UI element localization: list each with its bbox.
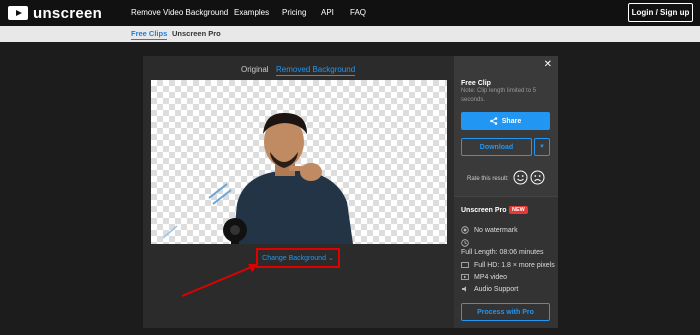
feature-mp4: MP4 video — [461, 273, 507, 281]
free-clip-title: Free Clip — [461, 80, 491, 87]
feature-audio: Audio Support — [461, 285, 518, 293]
change-background-button[interactable]: Change Background ⌄ — [256, 248, 340, 268]
feature-label: Full HD: 1.8 × more pixels — [474, 261, 555, 269]
free-clip-panel: ✕ Free Clip Note: Clip length limited to… — [454, 56, 558, 196]
brand-name: unscreen — [33, 4, 103, 22]
nav-pricing[interactable]: Pricing — [282, 8, 306, 17]
nav-examples[interactable]: Examples — [234, 8, 269, 17]
tab-removed-background[interactable]: Removed Background — [276, 65, 356, 76]
unscreen-pro-panel: Unscreen Pro NEW No watermark Full Lengt… — [454, 196, 558, 328]
download-button[interactable]: Download — [461, 138, 532, 156]
sad-face-icon[interactable] — [530, 170, 545, 185]
change-background-label: Change Background — [262, 254, 326, 262]
sub-navbar: Free Clips Unscreen Pro — [0, 26, 700, 42]
share-button[interactable]: Share — [461, 112, 550, 130]
unscreen-logo[interactable]: unscreen — [8, 4, 102, 22]
feature-label: Full Length: 08:06 minutes — [461, 249, 544, 256]
chevron-down-icon: ⌄ — [327, 255, 334, 262]
feature-no-watermark: No watermark — [461, 226, 518, 234]
nav-api[interactable]: API — [321, 8, 334, 17]
feature-label: No watermark — [474, 226, 518, 234]
clip-length-note: Note: Clip length limited to 5 seconds. — [461, 88, 537, 103]
hd-icon — [461, 262, 469, 268]
happy-face-icon[interactable] — [513, 170, 528, 185]
subnav-unscreen-pro[interactable]: Unscreen Pro — [172, 29, 221, 38]
person-cutout-image — [162, 112, 353, 244]
process-with-pro-button[interactable]: Process with Pro — [461, 303, 550, 321]
video-preview — [151, 80, 447, 244]
rate-result-label: Rate this result: — [467, 176, 509, 182]
annotation-arrow — [181, 264, 258, 297]
play-logo-icon — [8, 6, 28, 20]
tab-original[interactable]: Original — [241, 65, 269, 74]
subnav-free-clips[interactable]: Free Clips — [131, 29, 168, 40]
feature-full-length: Full Length: 08:06 minutes — [461, 249, 544, 256]
feature-full-hd: Full HD: 1.8 × more pixels — [461, 261, 555, 269]
no-watermark-icon — [461, 226, 469, 234]
video-icon — [461, 274, 469, 280]
nav-faq[interactable]: FAQ — [350, 8, 366, 17]
login-signup-button[interactable]: Login / Sign up — [628, 3, 693, 22]
feature-label: MP4 video — [474, 273, 508, 281]
close-icon[interactable]: ✕ — [544, 59, 552, 70]
speaker-icon — [462, 286, 466, 292]
download-options-dropdown[interactable]: ▼ — [534, 138, 550, 156]
clock-icon — [461, 239, 474, 247]
top-navbar: unscreen Remove Video Background Example… — [0, 0, 700, 26]
share-label: Share — [501, 117, 522, 125]
unscreen-pro-title: Unscreen Pro — [461, 207, 507, 214]
share-icon — [489, 117, 498, 125]
new-badge: NEW — [509, 206, 528, 214]
nav-remove-video-background[interactable]: Remove Video Background — [131, 8, 228, 17]
feature-label: Audio Support — [474, 285, 519, 293]
